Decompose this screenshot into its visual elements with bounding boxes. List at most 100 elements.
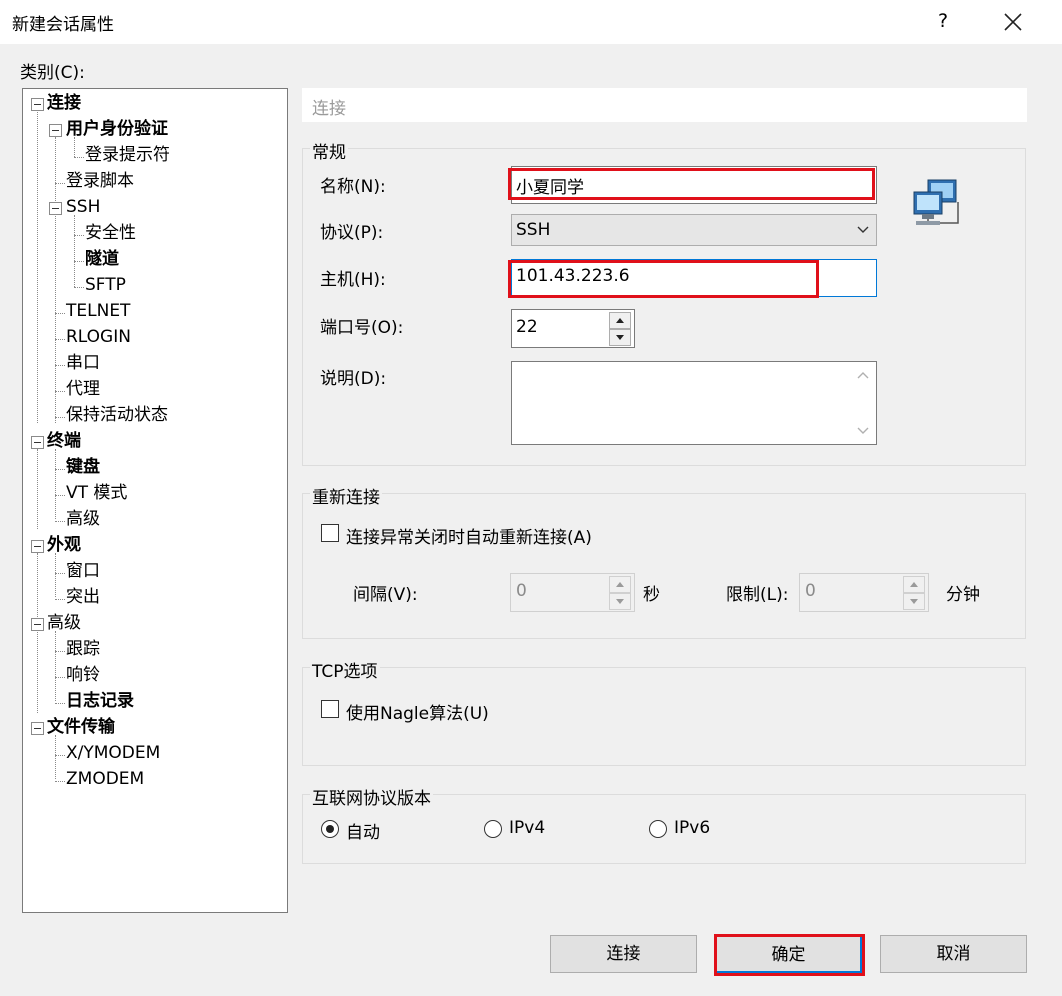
tree-line <box>37 449 38 529</box>
interval-up-button[interactable] <box>609 576 631 593</box>
general-group-title: 常规 <box>310 138 348 163</box>
connect-button[interactable]: 连接 <box>550 935 697 973</box>
radio-selected-dot <box>326 825 334 833</box>
tree-line <box>55 651 65 652</box>
host-highlight <box>508 260 819 298</box>
tree-item-xymodem[interactable]: X/YMODEM <box>66 741 160 765</box>
tree-line <box>55 469 65 470</box>
tree-item-highlight[interactable]: 突出 <box>66 585 100 609</box>
tree-item-serial[interactable]: 串口 <box>66 351 100 375</box>
tree-line <box>55 449 56 519</box>
collapse-icon[interactable] <box>31 540 44 553</box>
scroll-down-icon[interactable] <box>856 426 870 436</box>
description-field[interactable] <box>511 361 877 445</box>
arrow-down-icon <box>910 599 918 604</box>
tree-item-proxy[interactable]: 代理 <box>66 377 100 401</box>
tree-line <box>55 703 65 704</box>
window-title: 新建会话属性 <box>12 15 114 35</box>
arrow-up-icon <box>616 582 624 587</box>
port-up-button[interactable] <box>609 312 631 329</box>
ipv4-radio[interactable] <box>484 820 502 838</box>
tree-item-auth[interactable]: 用户身份验证 <box>66 117 168 141</box>
port-down-button[interactable] <box>609 329 631 346</box>
tree-line <box>55 677 65 678</box>
ok-highlight <box>714 934 865 976</box>
limit-value: 0 <box>805 581 816 601</box>
tree-line <box>74 157 84 158</box>
protocol-label: 协议(P): <box>320 223 384 243</box>
ip-auto-radio[interactable] <box>321 820 339 838</box>
tree-item-tunnel[interactable]: 隧道 <box>85 247 119 271</box>
auto-reconnect-checkbox[interactable] <box>321 524 339 542</box>
help-button[interactable]: ? <box>928 4 958 38</box>
tree-item-keepalive[interactable]: 保持活动状态 <box>66 403 168 427</box>
interval-down-button[interactable] <box>609 593 631 610</box>
tree-line <box>55 755 65 756</box>
tree-item-terminal[interactable]: 终端 <box>47 429 81 453</box>
collapse-icon[interactable] <box>31 722 44 735</box>
tree-item-advanced[interactable]: 高级 <box>47 611 81 635</box>
tree-item-ssh[interactable]: SSH <box>66 195 100 219</box>
tree-item-login-prompt[interactable]: 登录提示符 <box>85 143 170 167</box>
close-icon[interactable] <box>996 4 1030 38</box>
tree-item-keyboard[interactable]: 键盘 <box>66 455 100 479</box>
nagle-label: 使用Nagle算法(U) <box>346 704 489 724</box>
limit-up-button[interactable] <box>903 576 925 593</box>
tree-item-login-script[interactable]: 登录脚本 <box>66 169 134 193</box>
panel-header: 连接 <box>302 88 1027 122</box>
tree-line <box>55 313 65 314</box>
tree-line <box>74 287 84 288</box>
scroll-up-icon[interactable] <box>856 370 870 380</box>
auto-reconnect-label: 连接异常关闭时自动重新连接(A) <box>346 528 592 548</box>
tree-item-connection[interactable]: 连接 <box>47 91 81 115</box>
tree-line <box>74 235 84 236</box>
tree-item-security[interactable]: 安全性 <box>85 221 136 245</box>
interval-value: 0 <box>516 581 527 601</box>
cancel-button[interactable]: 取消 <box>880 935 1027 973</box>
panel-title: 连接 <box>312 99 346 119</box>
tree-item-telnet[interactable]: TELNET <box>66 299 130 323</box>
tree-line <box>55 495 65 496</box>
tree-item-logging[interactable]: 日志记录 <box>66 689 134 713</box>
title-bar: 新建会话属性 ? <box>0 0 1062 44</box>
tree-line <box>55 417 65 418</box>
port-value: 22 <box>516 317 538 337</box>
tree-item-trace[interactable]: 跟踪 <box>66 637 100 661</box>
tree-item-zmodem[interactable]: ZMODEM <box>66 767 144 791</box>
tree-line <box>55 781 65 782</box>
arrow-down-icon <box>616 335 624 340</box>
collapse-icon[interactable] <box>49 202 62 215</box>
interval-label: 间隔(V): <box>353 585 418 605</box>
collapse-icon[interactable] <box>31 98 44 111</box>
tree-line <box>55 599 65 600</box>
tree-item-appearance[interactable]: 外观 <box>47 533 81 557</box>
collapse-icon[interactable] <box>49 124 62 137</box>
protocol-select[interactable]: SSH <box>511 214 877 246</box>
tree-item-rlogin[interactable]: RLOGIN <box>66 325 131 349</box>
description-label: 说明(D): <box>320 369 387 389</box>
tree-item-file-transfer[interactable]: 文件传输 <box>47 715 115 739</box>
tree-item-bell[interactable]: 响铃 <box>66 663 100 687</box>
collapse-icon[interactable] <box>31 436 44 449</box>
tree-line <box>55 365 65 366</box>
ipv4-label: IPv4 <box>509 818 546 838</box>
tree-item-terminal-advanced[interactable]: 高级 <box>66 507 100 531</box>
ipv6-label: IPv6 <box>674 818 711 838</box>
limit-unit: 分钟 <box>946 585 980 605</box>
tree-item-sftp[interactable]: SFTP <box>85 273 126 297</box>
tree-line <box>55 391 65 392</box>
nagle-checkbox[interactable] <box>321 700 339 718</box>
category-tree[interactable]: 连接 用户身份验证 登录提示符 登录脚本 SSH 安全性 隧道 SFTP TEL… <box>22 88 288 913</box>
collapse-icon[interactable] <box>31 618 44 631</box>
ipv6-radio[interactable] <box>649 820 667 838</box>
interval-unit: 秒 <box>643 585 660 605</box>
tree-line <box>55 735 56 779</box>
tree-line <box>74 215 75 287</box>
ip-version-group-title: 互联网协议版本 <box>310 784 433 809</box>
reconnect-group-title: 重新连接 <box>310 483 382 508</box>
tree-item-window[interactable]: 窗口 <box>66 559 100 583</box>
tree-line <box>74 261 84 262</box>
arrow-down-icon <box>616 599 624 604</box>
tree-item-vt-mode[interactable]: VT 模式 <box>66 481 127 505</box>
limit-down-button[interactable] <box>903 593 925 610</box>
